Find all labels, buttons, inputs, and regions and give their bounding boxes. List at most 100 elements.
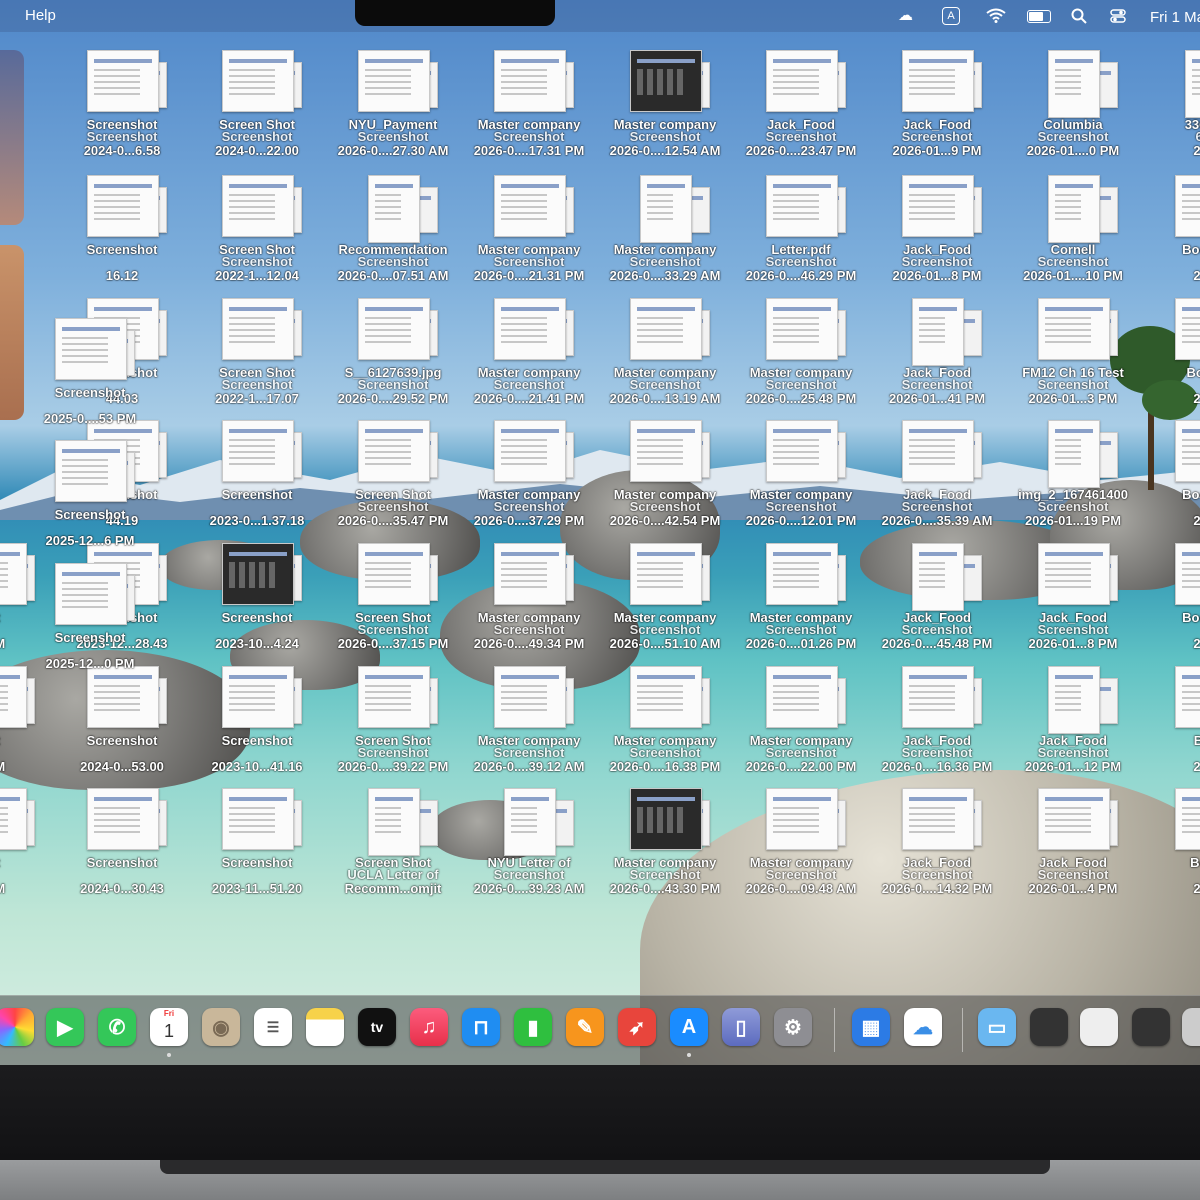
file-label: Screenshot bbox=[1037, 499, 1109, 514]
contacts-icon[interactable]: ◉ bbox=[202, 1008, 240, 1046]
desktop-file[interactable]: Master company Screenshot 2026-0....33.29 … bbox=[600, 175, 730, 293]
downloads-folder-icon[interactable]: ▭ bbox=[978, 1008, 1016, 1046]
pages-icon[interactable]: ✎ bbox=[566, 1008, 604, 1046]
desktop-file[interactable]: Master company Screenshot 2026-0....49.34 … bbox=[464, 543, 594, 661]
desktop-file[interactable]: Jack_Food Screenshot 2026-01...8 PM bbox=[872, 175, 1002, 293]
numbers-icon[interactable]: ▮ bbox=[514, 1008, 552, 1046]
desktop-file[interactable]: hot 7 PM bbox=[0, 788, 55, 906]
desktop-file[interactable]: Master company Screenshot 2026-0....21.41 … bbox=[464, 298, 594, 416]
app-store-icon[interactable]: A bbox=[670, 1008, 708, 1046]
desktop-file[interactable]: Book1_Sc2026- bbox=[1145, 298, 1200, 416]
menu-clock[interactable]: Fri 1 Ma bbox=[1150, 9, 1200, 26]
desktop-file[interactable]: Master company Screenshot 2026-0....16.38 … bbox=[600, 666, 730, 784]
desktop-file[interactable]: Recommendation Screenshot 2026-0....07.51 … bbox=[328, 175, 458, 293]
calendar-icon[interactable]: Fri 1 bbox=[150, 1008, 188, 1046]
icloud-icon[interactable]: ☁ bbox=[904, 1008, 942, 1046]
desktop-file[interactable]: Screen Shot Screenshot 2026-0....37.15 PM bbox=[328, 543, 458, 661]
desktop-file[interactable]: Jack_Food Screenshot 2026-01...9 PM bbox=[872, 50, 1002, 168]
desktop-file[interactable]: Screenshot 2025-12...0 PM bbox=[25, 563, 155, 681]
desktop-file[interactable]: Jack_Food Screenshot 2026-01...41 PM bbox=[872, 298, 1002, 416]
desktop-file[interactable] bbox=[0, 50, 55, 168]
desktop-file[interactable]: Screen Shot Screenshot 2022-1...17.07 bbox=[192, 298, 322, 416]
desktop-file[interactable]: Jack_Food Screenshot 2026-0....45.48 PM bbox=[872, 543, 1002, 661]
desktop-file[interactable]: 336789563302026- bbox=[1145, 50, 1200, 168]
desktop-file[interactable]: Jack_Food Screenshot 2026-01...12 PM bbox=[1008, 666, 1138, 784]
desktop-file[interactable]: Master company Screenshot 2026-0....17.31 … bbox=[464, 50, 594, 168]
desktop-file[interactable]: Book1_P 2026- bbox=[1145, 420, 1200, 538]
desktop-file[interactable]: Jack_Food Screenshot 2026-0....35.39 AM bbox=[872, 420, 1002, 538]
desktop-file[interactable]: Screenshot 2024-0...30.43 bbox=[57, 788, 187, 906]
desktop-file[interactable]: Master company Screenshot 2026-0....22.00 … bbox=[736, 666, 866, 784]
desktop-file[interactable]: NYU_Payment Screenshot 2026-0....27.30 AM bbox=[328, 50, 458, 168]
desktop-file[interactable]: Screen Shot Screenshot 2026-0....39.22 PM bbox=[328, 666, 458, 784]
desktop-file[interactable]: Master company Screenshot 2026-0....43.30 … bbox=[600, 788, 730, 906]
notes-icon[interactable] bbox=[306, 1008, 344, 1046]
desktop-file[interactable]: Cornell Screenshot 2026-01....10 PM bbox=[1008, 175, 1138, 293]
battery-icon[interactable] bbox=[1027, 10, 1051, 23]
desktop-file[interactable]: Master company Screenshot 2026-0....01.26 … bbox=[736, 543, 866, 661]
iphone-mirroring-icon[interactable]: ▯ bbox=[722, 1008, 760, 1046]
desktop-file[interactable]: Jack_Food Screenshot 2026-0....16.36 PM bbox=[872, 666, 1002, 784]
desktop-file[interactable]: Master company Screenshot 2026-0....21.31 … bbox=[464, 175, 594, 293]
desktop-file[interactable]: Screenshot 2023-11...51.20 bbox=[192, 788, 322, 906]
desktop-file[interactable] bbox=[0, 175, 55, 293]
trash-icon[interactable] bbox=[1182, 1008, 1200, 1046]
desktop-file[interactable]: Screenshot 2023-0...1.37.18 bbox=[192, 420, 322, 538]
desktop-file[interactable]: Columbia Screenshot 2026-01....0 PM bbox=[1008, 50, 1138, 168]
desktop-file[interactable]: Master company Screenshot 2026-0....12.54 … bbox=[600, 50, 730, 168]
desktop-file[interactable]: Master company Screenshot 2026-0....39.12 … bbox=[464, 666, 594, 784]
hub-icon[interactable]: ▦ bbox=[852, 1008, 890, 1046]
desktop-file[interactable]: Master company Screenshot 2026-0....51.10 … bbox=[600, 543, 730, 661]
phone-icon[interactable]: ✆ bbox=[98, 1008, 136, 1046]
desktop-file[interactable]: Screenshot 2025-12...6 PM bbox=[25, 440, 155, 558]
desktop-file[interactable]: Screenshot Screenshot 2024-0...6.58 bbox=[57, 50, 187, 168]
desktop-file[interactable]: NYU Letter of Screenshot 2026-0....39.23 A… bbox=[464, 788, 594, 906]
desktop-file[interactable]: Jack_Food Screenshot 2026-01...4 PM bbox=[1008, 788, 1138, 906]
desktop-file[interactable]: hot 6 PM bbox=[0, 666, 55, 784]
desktop-file[interactable]: Jack_Food Screenshot 2026-0....14.32 PM bbox=[872, 788, 1002, 906]
desktop-file[interactable]: Jack_Food Screenshot 2026-01...8 PM bbox=[1008, 543, 1138, 661]
desktop-file[interactable]: Screenshot 2023-10...41.16 bbox=[192, 666, 322, 784]
desktop-file[interactable]: Master company Screenshot 2026-0....13.19 … bbox=[600, 298, 730, 416]
stack-icon[interactable] bbox=[1030, 1008, 1068, 1046]
desktop-file[interactable]: Screen Shot UCLA Letter of Recomm...omjit bbox=[328, 788, 458, 906]
input-source-icon[interactable]: A bbox=[942, 7, 960, 25]
desktop-file[interactable]: Jack_Food Screenshot 2026-0....23.47 PM bbox=[736, 50, 866, 168]
rocket-typist-icon[interactable]: ➶ bbox=[618, 1008, 656, 1046]
desktop-file[interactable]: img_2_167461400 Screenshot 2026-01...19 PM bbox=[1008, 420, 1138, 538]
desktop-file[interactable]: Master company Screenshot 2026-0....42.54 … bbox=[600, 420, 730, 538]
stack-icon[interactable] bbox=[1132, 1008, 1170, 1046]
creative-cloud-icon[interactable]: ☁ bbox=[898, 6, 913, 24]
desktop-file[interactable]: Master company Screenshot 2026-0....12.01 … bbox=[736, 420, 866, 538]
desktop-file[interactable]: Book1_PSc2026- bbox=[1145, 175, 1200, 293]
desktop-file[interactable]: Screenshot 2023-10...4.24 bbox=[192, 543, 322, 661]
desktop-file[interactable]: Letter.pdf Screenshot 2026-0....46.29 PM bbox=[736, 175, 866, 293]
menu-help[interactable]: Help bbox=[25, 7, 56, 24]
spotlight-search-icon[interactable] bbox=[1071, 8, 1087, 24]
desktop-file[interactable]: Master company Screenshot 2026-0....09.48 … bbox=[736, 788, 866, 906]
facetime-icon[interactable]: ▶ bbox=[46, 1008, 84, 1046]
desktop-file[interactable]: Screenshot 2024-0...53.00 bbox=[57, 666, 187, 784]
reminders-icon[interactable]: ☰ bbox=[254, 1008, 292, 1046]
desktop-file[interactable]: BookSc2026- bbox=[1145, 666, 1200, 784]
desktop-file[interactable]: Screenshot 2025-0....53 PM bbox=[25, 318, 155, 436]
desktop-file[interactable]: FM12 Ch 16 Test Screenshot 2026-01...3 PM bbox=[1008, 298, 1138, 416]
system-settings-icon[interactable]: ⚙ bbox=[774, 1008, 812, 1046]
apple-tv-icon[interactable]: tv bbox=[358, 1008, 396, 1046]
wifi-icon[interactable] bbox=[986, 8, 1006, 23]
desktop-file[interactable]: Screen Shot Screenshot 2026-0....35.47 PM bbox=[328, 420, 458, 538]
keynote-icon[interactable]: ⊓ bbox=[462, 1008, 500, 1046]
desktop-file[interactable]: S__6127639.jpg Screenshot 2026-0....29.52 … bbox=[328, 298, 458, 416]
stack-icon[interactable] bbox=[1080, 1008, 1118, 1046]
desktop-file[interactable]: Screen Shot Screenshot 2022-1...12.04 bbox=[192, 175, 322, 293]
desktop-file[interactable]: Book1Sc2026- bbox=[1145, 788, 1200, 906]
desktop-file[interactable]: Master company Screenshot 2026-0....25.48 … bbox=[736, 298, 866, 416]
desktop-file[interactable]: Screenshot 16.12 bbox=[57, 175, 187, 293]
music-icon[interactable]: ♫ bbox=[410, 1008, 448, 1046]
desktop[interactable]: Screenshot Screenshot 2024-0...6.58 Screen … bbox=[0, 0, 1200, 1065]
desktop-file[interactable]: Master company Screenshot 2026-0....37.29 … bbox=[464, 420, 594, 538]
control-center-icon[interactable] bbox=[1110, 8, 1126, 24]
photos-icon[interactable] bbox=[0, 1008, 34, 1046]
desktop-file[interactable]: Book1_PSc2026- bbox=[1145, 543, 1200, 661]
desktop-file[interactable]: Screen Shot Screenshot 2024-0...22.00 bbox=[192, 50, 322, 168]
